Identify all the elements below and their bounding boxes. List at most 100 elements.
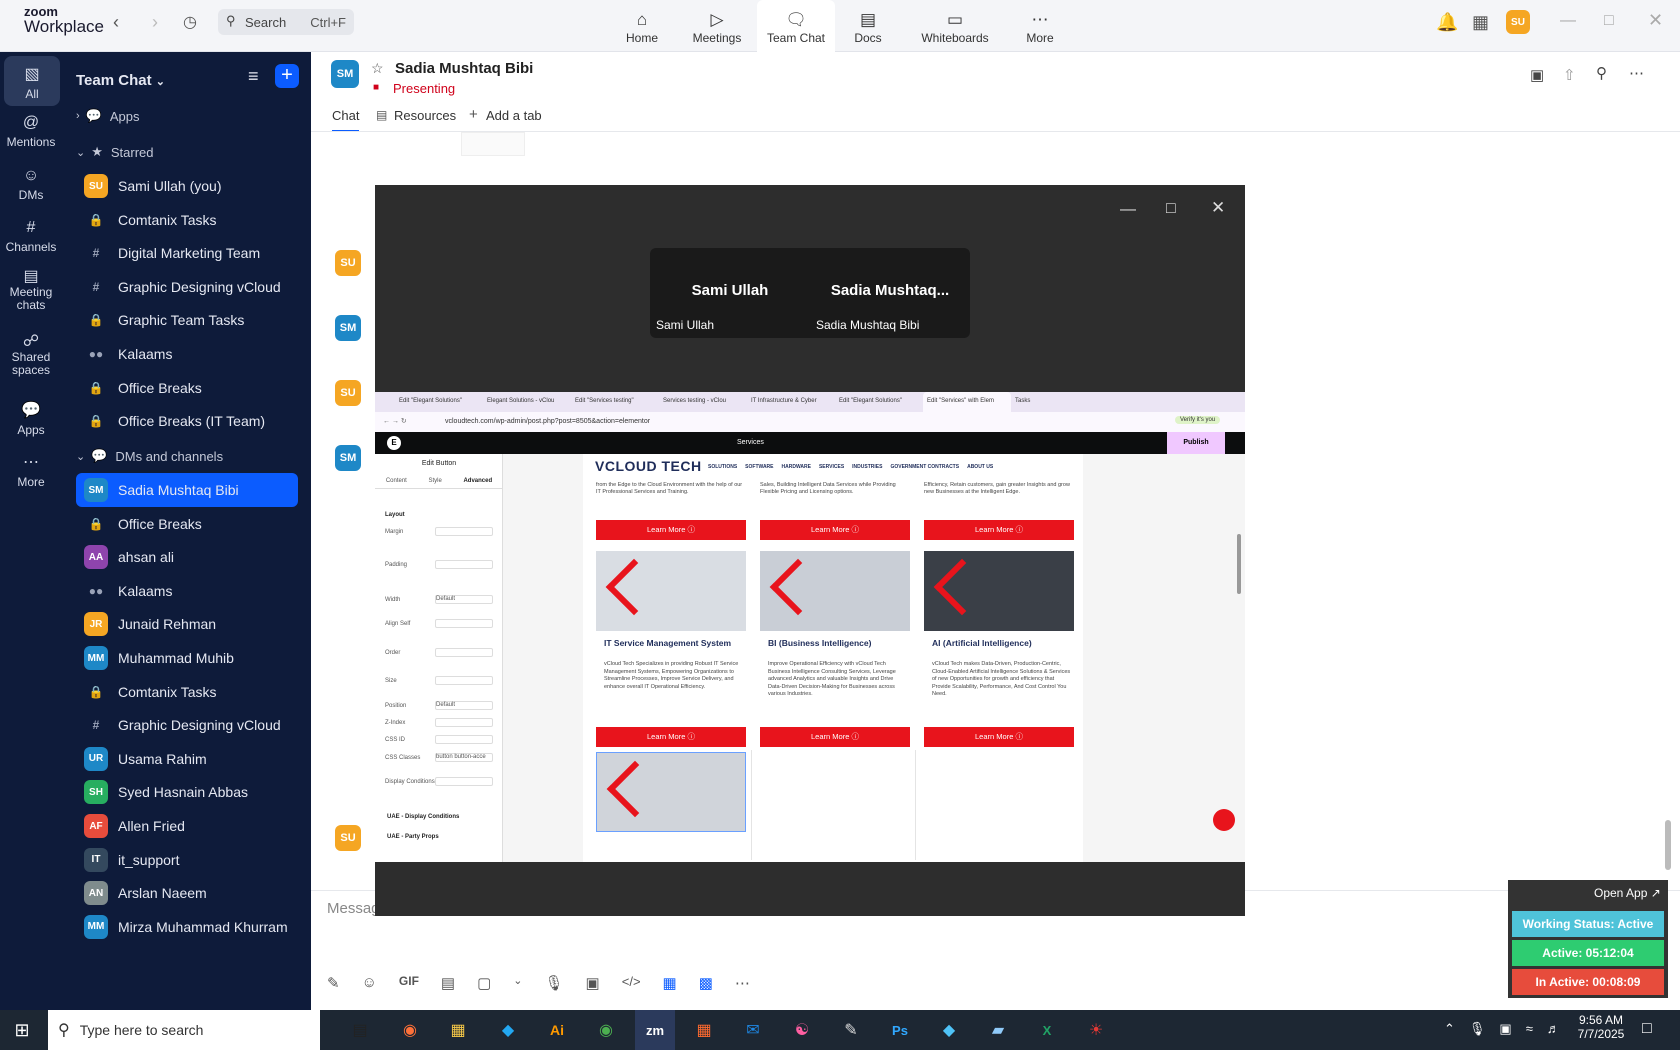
sidebar-item[interactable]: IT it_support <box>76 843 298 877</box>
sidebar-item[interactable]: AN Arslan Naeem <box>76 876 298 910</box>
screenshot-icon[interactable]: ▢ <box>477 974 491 992</box>
panel-section-display[interactable]: UAE - Display Conditions <box>387 814 459 820</box>
sidebar-item[interactable]: SH Syed Hasnain Abbas <box>76 775 298 809</box>
task-view-icon[interactable]: ▤ <box>340 1010 380 1050</box>
rail-more[interactable]: ⋯ More <box>0 452 62 489</box>
rail-shared-spaces[interactable]: ☍ Shared spaces <box>0 334 62 377</box>
sidebar-item[interactable]: ●● Kalaams <box>76 574 298 608</box>
panel-field-input[interactable] <box>435 735 493 744</box>
panel-field-input[interactable]: Default <box>435 701 493 710</box>
sidebar-item[interactable]: # Digital Marketing Team <box>76 236 298 270</box>
volume-icon[interactable]: ♬ <box>1547 1021 1560 1037</box>
app-icon[interactable]: ◆ <box>929 1010 969 1050</box>
app-icon[interactable]: ▦ <box>684 1010 724 1050</box>
learn-more-button[interactable]: Learn More ⓘ <box>760 520 910 540</box>
learn-more-button[interactable]: Learn More ⓘ <box>760 727 910 747</box>
browser-tab[interactable]: Services testing - vClou <box>659 392 747 412</box>
sidebar-item[interactable]: JR Junaid Rehman <box>76 607 298 641</box>
sidebar-item[interactable]: AA ahsan ali <box>76 540 298 574</box>
microphone-icon[interactable]: 🎙 <box>545 974 564 992</box>
panel-field-input[interactable] <box>435 648 493 657</box>
sidebar-item[interactable]: 🔒 Office Breaks <box>76 507 298 541</box>
creative-cloud-icon[interactable]: ☯ <box>782 1010 822 1050</box>
vscode-icon[interactable]: ◆ <box>488 1010 528 1050</box>
video-message-icon[interactable]: ▣ <box>586 974 600 992</box>
sidebar-title[interactable]: Team Chat ⌄ <box>76 72 165 89</box>
app-icon[interactable]: ☀ <box>1076 1010 1116 1050</box>
more-icon[interactable]: ⋯ <box>735 974 750 992</box>
new-chat-button[interactable]: + <box>275 64 299 88</box>
site-menu-item[interactable]: INDUSTRIES <box>852 464 882 470</box>
video-icon[interactable]: ▣ <box>1530 66 1544 84</box>
app-icon[interactable]: ▦ <box>663 974 677 992</box>
network-icon[interactable]: ▣ <box>1499 1021 1511 1037</box>
sidebar-item[interactable]: AF Allen Fried <box>76 809 298 843</box>
browser-tab[interactable]: IT Infrastructure & Cyber <box>747 392 835 412</box>
nav-home[interactable]: ⌂ Home <box>603 0 681 52</box>
nav-more[interactable]: ⋯ More <box>1001 0 1079 52</box>
panel-field-input[interactable] <box>435 777 493 786</box>
chat-bubble-button[interactable] <box>1213 809 1235 831</box>
rail-meeting-chats[interactable]: ▤ Meeting chats <box>0 269 62 312</box>
nav-whiteboards[interactable]: ▭ Whiteboards <box>915 0 995 52</box>
sidebar-item[interactable]: 🔒 Office Breaks (IT Team) <box>76 404 298 438</box>
browser-tab[interactable]: Elegant Solutions - vClou <box>483 392 571 412</box>
shared-screen[interactable]: Edit "Elegant Solutions" Elegant Solution… <box>375 392 1245 862</box>
open-app-link[interactable]: Open App ↗ <box>1594 886 1661 900</box>
site-menu-item[interactable]: SOLUTIONS <box>708 464 737 470</box>
site-menu-item[interactable]: GOVERNMENT CONTRACTS <box>890 464 959 470</box>
microphone-icon[interactable]: 🎙 <box>1469 1021 1486 1037</box>
rail-apps[interactable]: 💬 Apps <box>0 400 62 437</box>
sidebar-item[interactable]: 🔒 Comtanix Tasks <box>76 675 298 709</box>
forward-icon[interactable]: › <box>152 12 158 33</box>
panel-tab-content[interactable]: Content <box>386 478 407 484</box>
rail-channels[interactable]: # Channels <box>0 219 62 254</box>
firefox-icon[interactable]: ◉ <box>390 1010 430 1050</box>
close-icon[interactable]: ✕ <box>1211 198 1225 218</box>
sidebar-item[interactable]: 🔒 Comtanix Tasks <box>76 203 298 237</box>
sidebar-item[interactable]: # Graphic Designing vCloud <box>76 270 298 304</box>
code-icon[interactable]: </> <box>622 974 641 992</box>
elementor-logo-icon[interactable]: E <box>387 436 401 450</box>
windows-start-icon[interactable]: ⊞ <box>2 1010 42 1050</box>
site-menu-item[interactable]: ABOUT US <box>967 464 993 470</box>
illustrator-icon[interactable]: Ai <box>537 1010 577 1050</box>
learn-more-button[interactable]: Learn More ⓘ <box>924 727 1074 747</box>
sidebar-group-dms[interactable]: ⌄ 💬 DMs and channels <box>76 439 298 473</box>
learn-more-button[interactable]: Learn More ⓘ <box>596 520 746 540</box>
panel-field-input[interactable]: Default <box>435 595 493 604</box>
sidebar-item[interactable]: UR Usama Rahim <box>76 742 298 776</box>
panel-tab-style[interactable]: Style <box>428 478 441 484</box>
history-icon[interactable]: ◷ <box>183 12 197 32</box>
service-image[interactable] <box>596 752 746 832</box>
pen-icon[interactable]: ✎ <box>831 1010 871 1050</box>
chevron-up-icon[interactable]: ⌃ <box>1444 1021 1455 1037</box>
panel-section-layout[interactable]: Layout <box>385 512 405 518</box>
sidebar-item[interactable]: ●● Kalaams <box>76 337 298 371</box>
chrome-icon[interactable]: ◉ <box>586 1010 626 1050</box>
panel-field-input[interactable] <box>435 527 493 536</box>
site-menu-item[interactable]: SOFTWARE <box>745 464 773 470</box>
sidebar-group-apps[interactable]: › 💬 Apps <box>76 99 298 133</box>
panel-section-party[interactable]: UAE - Party Props <box>387 834 439 840</box>
browser-tab[interactable]: Edit "Services testing" <box>571 392 659 412</box>
search-input[interactable]: ⚲ Search Ctrl+F <box>218 9 354 35</box>
sidebar-item[interactable]: SU Sami Ullah (you) <box>76 169 298 203</box>
tab-chat[interactable]: Chat <box>332 108 360 132</box>
format-icon[interactable]: ✎ <box>327 974 340 992</box>
site-logo[interactable]: VCLOUD TECH <box>595 458 702 474</box>
browser-tab[interactable]: Edit "Services" with Elem <box>923 392 1011 412</box>
tab-resources[interactable]: Resources <box>394 108 456 123</box>
share-screen-icon[interactable]: ⇧ <box>1563 66 1576 84</box>
file-explorer-icon[interactable]: ▦ <box>438 1010 478 1050</box>
app-icon[interactable]: ▰ <box>978 1010 1018 1050</box>
rail-all[interactable]: ▧ All <box>4 56 60 106</box>
profile-avatar[interactable]: SU <box>1506 10 1530 34</box>
browser-url[interactable]: vcloudtech.com/wp-admin/post.php?post=85… <box>445 418 650 425</box>
maximize-icon[interactable]: □ <box>1604 12 1614 30</box>
more-icon[interactable]: ⋯ <box>1629 64 1644 82</box>
calendar-icon[interactable]: ▦ <box>1472 12 1489 33</box>
site-menu-item[interactable]: HARDWARE <box>782 464 811 470</box>
sidebar-item[interactable]: SM Sadia Mushtaq Bibi <box>76 473 298 507</box>
sidebar-group-starred[interactable]: ⌄ ★ Starred <box>76 135 298 169</box>
